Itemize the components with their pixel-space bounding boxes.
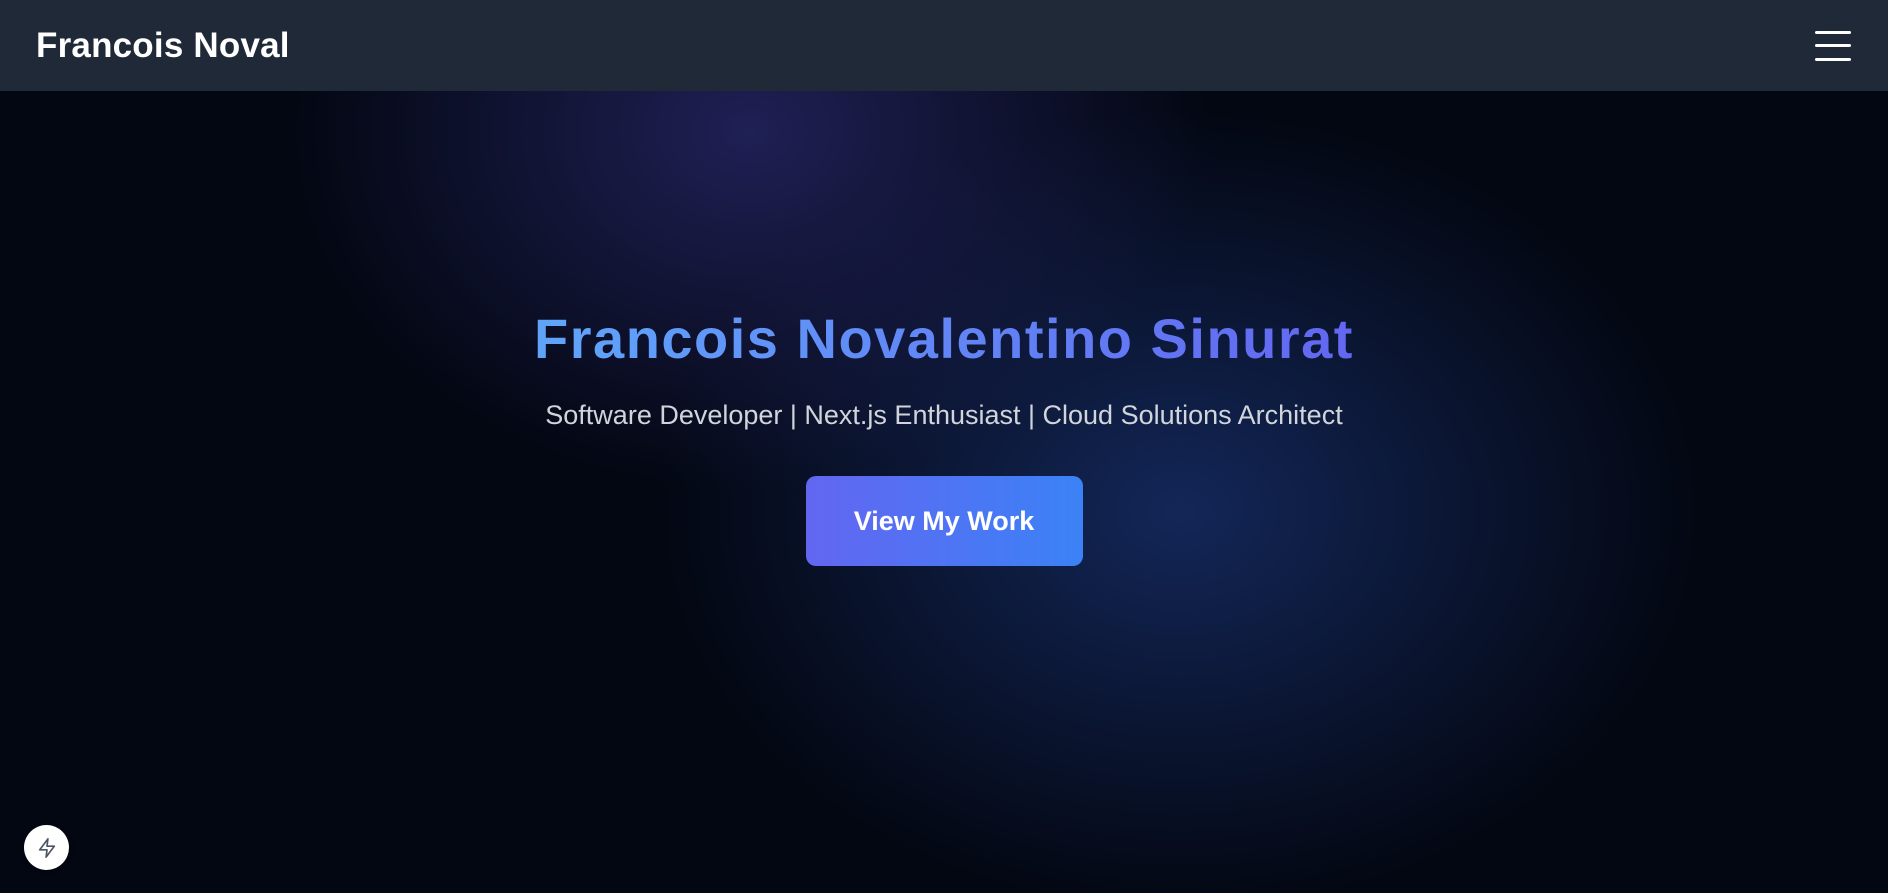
hamburger-menu-icon[interactable] — [1815, 30, 1851, 61]
navbar: Francois Noval — [0, 0, 1888, 91]
hero-section: Francois Novalentino Sinurat Software De… — [0, 91, 1888, 893]
view-my-work-button[interactable]: View My Work — [805, 475, 1083, 566]
hero-subtitle: Software Developer | Next.js Enthusiast … — [545, 399, 1343, 430]
brand-logo-link[interactable]: Francois Noval — [36, 26, 290, 66]
lightning-bolt-icon[interactable] — [24, 825, 69, 870]
hero-title: Francois Novalentino Sinurat — [534, 307, 1354, 370]
menu-line — [1815, 57, 1851, 61]
menu-line — [1815, 30, 1851, 34]
menu-line — [1815, 44, 1851, 47]
page: Francois Noval Francois Novalentino Sinu… — [0, 0, 1888, 893]
hero-content: Francois Novalentino Sinurat Software De… — [0, 308, 1888, 566]
